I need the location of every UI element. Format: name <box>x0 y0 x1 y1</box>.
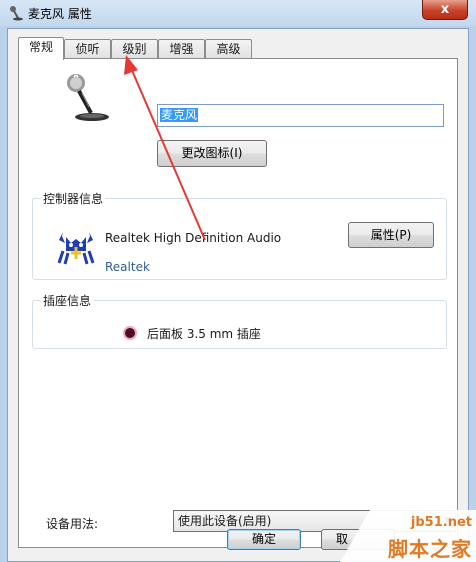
tab-listen[interactable]: 侦听 <box>64 39 111 59</box>
microphone-icon <box>10 6 23 21</box>
close-button[interactable]: x <box>422 0 468 20</box>
device-name-value: 麦克风 <box>160 108 199 122</box>
realtek-crab-icon <box>57 232 95 265</box>
driver-vendor: Realtek <box>105 260 150 274</box>
device-usage-label: 设备用法: <box>46 517 99 531</box>
jack-info-group: 插座信息 后面板 3.5 mm 插座 <box>32 292 447 349</box>
tab-enhancements[interactable]: 增强 <box>158 39 205 59</box>
properties-window: 麦克风 属性 x 常规 侦听 级别 增强 高级 麦克风 更改图标(I) 控制器信… <box>0 0 476 562</box>
jack-description: 后面板 3.5 mm 插座 <box>147 327 261 341</box>
microphone-icon <box>67 74 109 121</box>
dialog-body: 常规 侦听 级别 增强 高级 麦克风 更改图标(I) 控制器信息 Realtek… <box>7 28 469 562</box>
controller-properties-button[interactable]: 属性(P) <box>348 222 434 248</box>
jack-info-title: 插座信息 <box>41 292 94 309</box>
device-name-field[interactable]: 麦克风 <box>157 104 444 127</box>
controller-info-group: 控制器信息 Realtek High Definition Audio Real… <box>32 190 447 280</box>
watermark-text: 脚本之家 <box>388 537 472 561</box>
controller-info-title: 控制器信息 <box>41 190 106 207</box>
ok-button[interactable]: 确定 <box>227 529 301 550</box>
site-watermark: jb51.net 脚本之家 <box>340 510 476 562</box>
window-title: 麦克风 属性 <box>28 7 92 21</box>
change-icon-button[interactable]: 更改图标(I) <box>157 140 267 167</box>
driver-name: Realtek High Definition Audio <box>105 231 282 245</box>
watermark-url: jb51.net <box>410 515 472 530</box>
jack-color-indicator <box>123 326 137 340</box>
device-usage-value: 使用此设备(启用) <box>178 514 272 528</box>
tab-general[interactable]: 常规 <box>18 37 64 60</box>
tab-levels[interactable]: 级别 <box>111 39 158 59</box>
tab-advanced[interactable]: 高级 <box>205 39 252 59</box>
general-tab-panel: 麦克风 更改图标(I) 控制器信息 Realtek High Definitio… <box>18 58 458 548</box>
title-bar[interactable]: 麦克风 属性 x <box>0 0 476 26</box>
